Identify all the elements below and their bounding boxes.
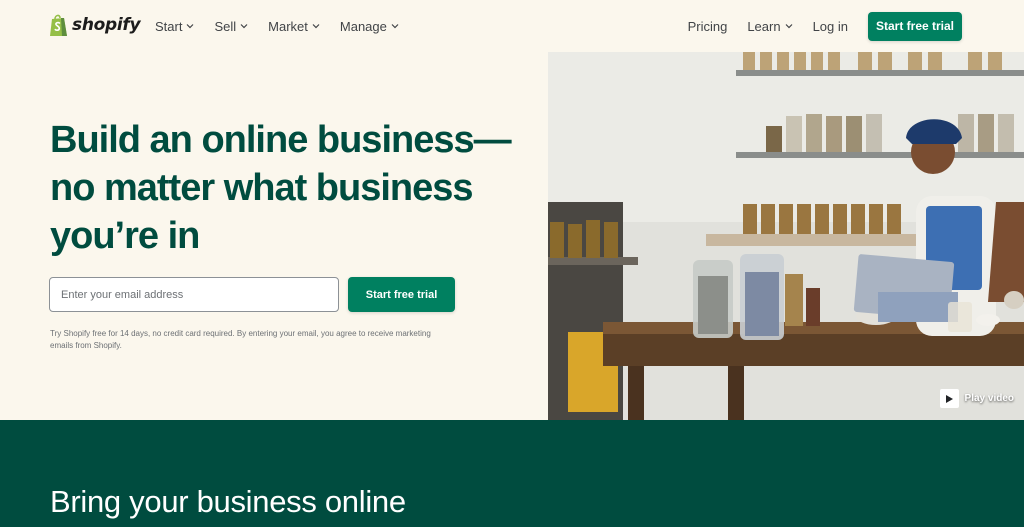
shop-scene-illustration (548, 52, 1024, 420)
chevron-down-icon (187, 24, 194, 29)
email-input[interactable] (49, 277, 339, 312)
section-title: Bring your business online (50, 484, 406, 519)
nav-learn-label: Learn (747, 18, 781, 34)
nav-start[interactable]: Start (155, 19, 194, 34)
chevron-down-icon (391, 24, 399, 29)
secondary-nav: Pricing Learn Log in Start free trial (688, 0, 962, 52)
hero-start-free-trial-button[interactable]: Start free trial (348, 277, 455, 312)
hero-title: Build an online business—no matter what … (50, 119, 512, 257)
bring-business-online-section: Bring your business online (0, 420, 1024, 527)
shopify-logo[interactable]: shopify (49, 13, 141, 37)
nav-start-label: Start (155, 18, 183, 34)
chevron-down-icon (785, 24, 793, 29)
nav-sell[interactable]: Sell (214, 19, 248, 34)
trial-disclaimer: Try Shopify free for 14 days, no credit … (50, 329, 431, 350)
nav-learn[interactable]: Learn (747, 18, 793, 34)
nav-manage[interactable]: Manage (340, 19, 399, 34)
play-video-button[interactable]: Play video (939, 389, 1014, 408)
nav-sell-label: Sell (214, 18, 237, 34)
chevron-down-icon (312, 24, 320, 29)
nav-manage-label: Manage (339, 18, 387, 34)
shopping-bag-icon (50, 14, 67, 36)
hero-photo: Play video (548, 52, 1024, 420)
nav-start-free-trial-button[interactable]: Start free trial (868, 11, 962, 41)
primary-nav: Start Sell Market Manage (155, 0, 399, 52)
nav-market-label: Market (268, 18, 308, 34)
brand-name: shopify (72, 15, 141, 35)
play-video-label: Play video (964, 393, 1014, 404)
chevron-down-icon (240, 24, 248, 29)
nav-market[interactable]: Market (268, 19, 320, 34)
top-navigation: shopify Start Sell Market Manage Pricing… (0, 0, 1024, 52)
nav-login[interactable]: Log in (813, 19, 848, 34)
play-icon (939, 389, 959, 408)
nav-pricing[interactable]: Pricing (688, 19, 728, 34)
